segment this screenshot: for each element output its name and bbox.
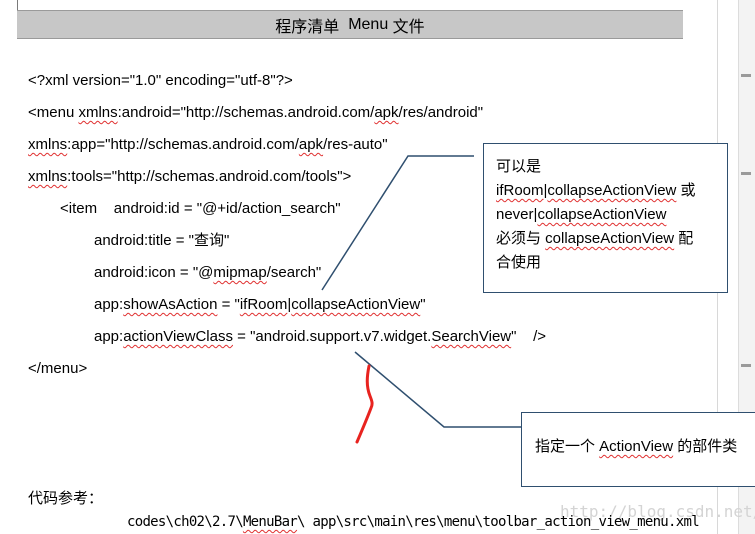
callout-1-leader-line [321,155,474,291]
callout-text: collapseActionView [537,206,667,223]
path-text: \ app\src\main\res\menu\toolbar_action_v… [297,514,700,530]
callout-text: collapseActionView [547,182,677,199]
callout-text: 可以是 [496,158,542,175]
callout-2-leader-line [354,351,521,428]
callout-line: never|collapseActionView [496,203,715,227]
callout-line: 必须与 collapseActionView 配 [496,227,715,251]
callout-text: 合使用 [496,254,542,271]
callout-show-as-action-note: 可以是 ifRoom|collapseActionView 或 never|co… [483,143,728,293]
callout-text: 指定一个 [535,438,600,455]
callout-action-view-class-note: 指定一个 ActionView 的部件类 [521,412,755,487]
callout-text: ActionView [599,438,674,455]
red-pen-mark [355,364,374,444]
callout-line: 指定一个 ActionView 的部件类 [535,435,755,459]
path-text: codes\ch02\2.7\ [127,514,244,530]
callout-text: never [496,206,534,223]
callout-line: 可以是 [496,155,715,179]
callout-text: 配 [674,230,694,247]
callout-text: collapseActionView [545,230,675,247]
code-reference-path: codes\ch02\2.7\MenuBar\ app\src\main\res… [127,514,700,530]
callout-line: 合使用 [496,251,715,275]
callout-line: ifRoom|collapseActionView 或 [496,179,715,203]
path-text: MenuBar [242,514,298,530]
code-reference-label: 代码参考： [28,489,104,507]
callout-text: 的部件类 [673,438,738,455]
callout-text: 必须与 [496,230,546,247]
callout-text: ifRoom [496,182,544,199]
callout-text: 或 [676,182,696,199]
